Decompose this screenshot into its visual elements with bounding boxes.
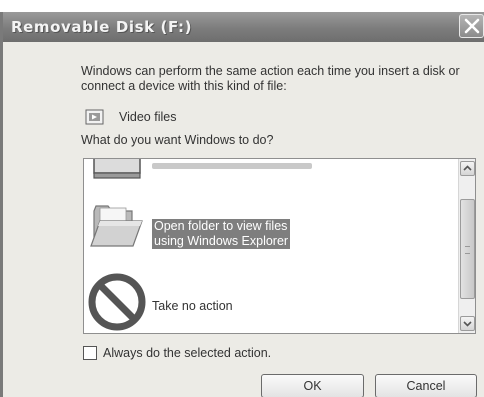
scroll-down-button[interactable] [460, 316, 475, 331]
list-scrollbar[interactable] [458, 159, 475, 333]
action-list[interactable]: Open folder to view files using Windows … [83, 158, 476, 334]
list-item-open-folder[interactable]: Open folder to view files using Windows … [84, 189, 458, 267]
scroll-thumb[interactable] [460, 199, 475, 299]
dialog-body: Windows can perform the same action each… [3, 42, 484, 397]
scroll-grip [465, 246, 470, 254]
ok-button[interactable]: OK [261, 374, 364, 397]
autoplay-dialog: Removable Disk (F:) Windows can perform … [0, 12, 484, 397]
title-bar[interactable]: Removable Disk (F:) [3, 12, 484, 42]
partial-item-icon [93, 159, 141, 179]
no-action-icon [88, 273, 146, 331]
cancel-button[interactable]: Cancel [375, 374, 477, 397]
question-text: What do you want Windows to do? [81, 133, 274, 147]
take-no-action-label: Take no action [152, 299, 233, 313]
video-file-icon [85, 109, 104, 125]
scroll-up-button[interactable] [460, 161, 475, 176]
intro-text: Windows can perform the same action each… [81, 64, 460, 93]
close-button[interactable] [459, 14, 484, 38]
open-folder-label: Open folder to view files using Windows … [152, 219, 291, 249]
always-do-label[interactable]: Always do the selected action. [103, 346, 271, 360]
always-do-checkbox[interactable] [83, 346, 97, 360]
file-type-label: Video files [119, 110, 177, 124]
list-item-take-no-action[interactable]: Take no action [84, 267, 458, 333]
window-title: Removable Disk (F:) [11, 18, 193, 36]
partial-item-label [152, 163, 312, 169]
list-item[interactable] [84, 159, 458, 189]
folder-icon [90, 205, 143, 247]
chevron-down-icon [463, 321, 472, 327]
chevron-up-icon [463, 165, 472, 171]
close-icon [464, 18, 480, 34]
